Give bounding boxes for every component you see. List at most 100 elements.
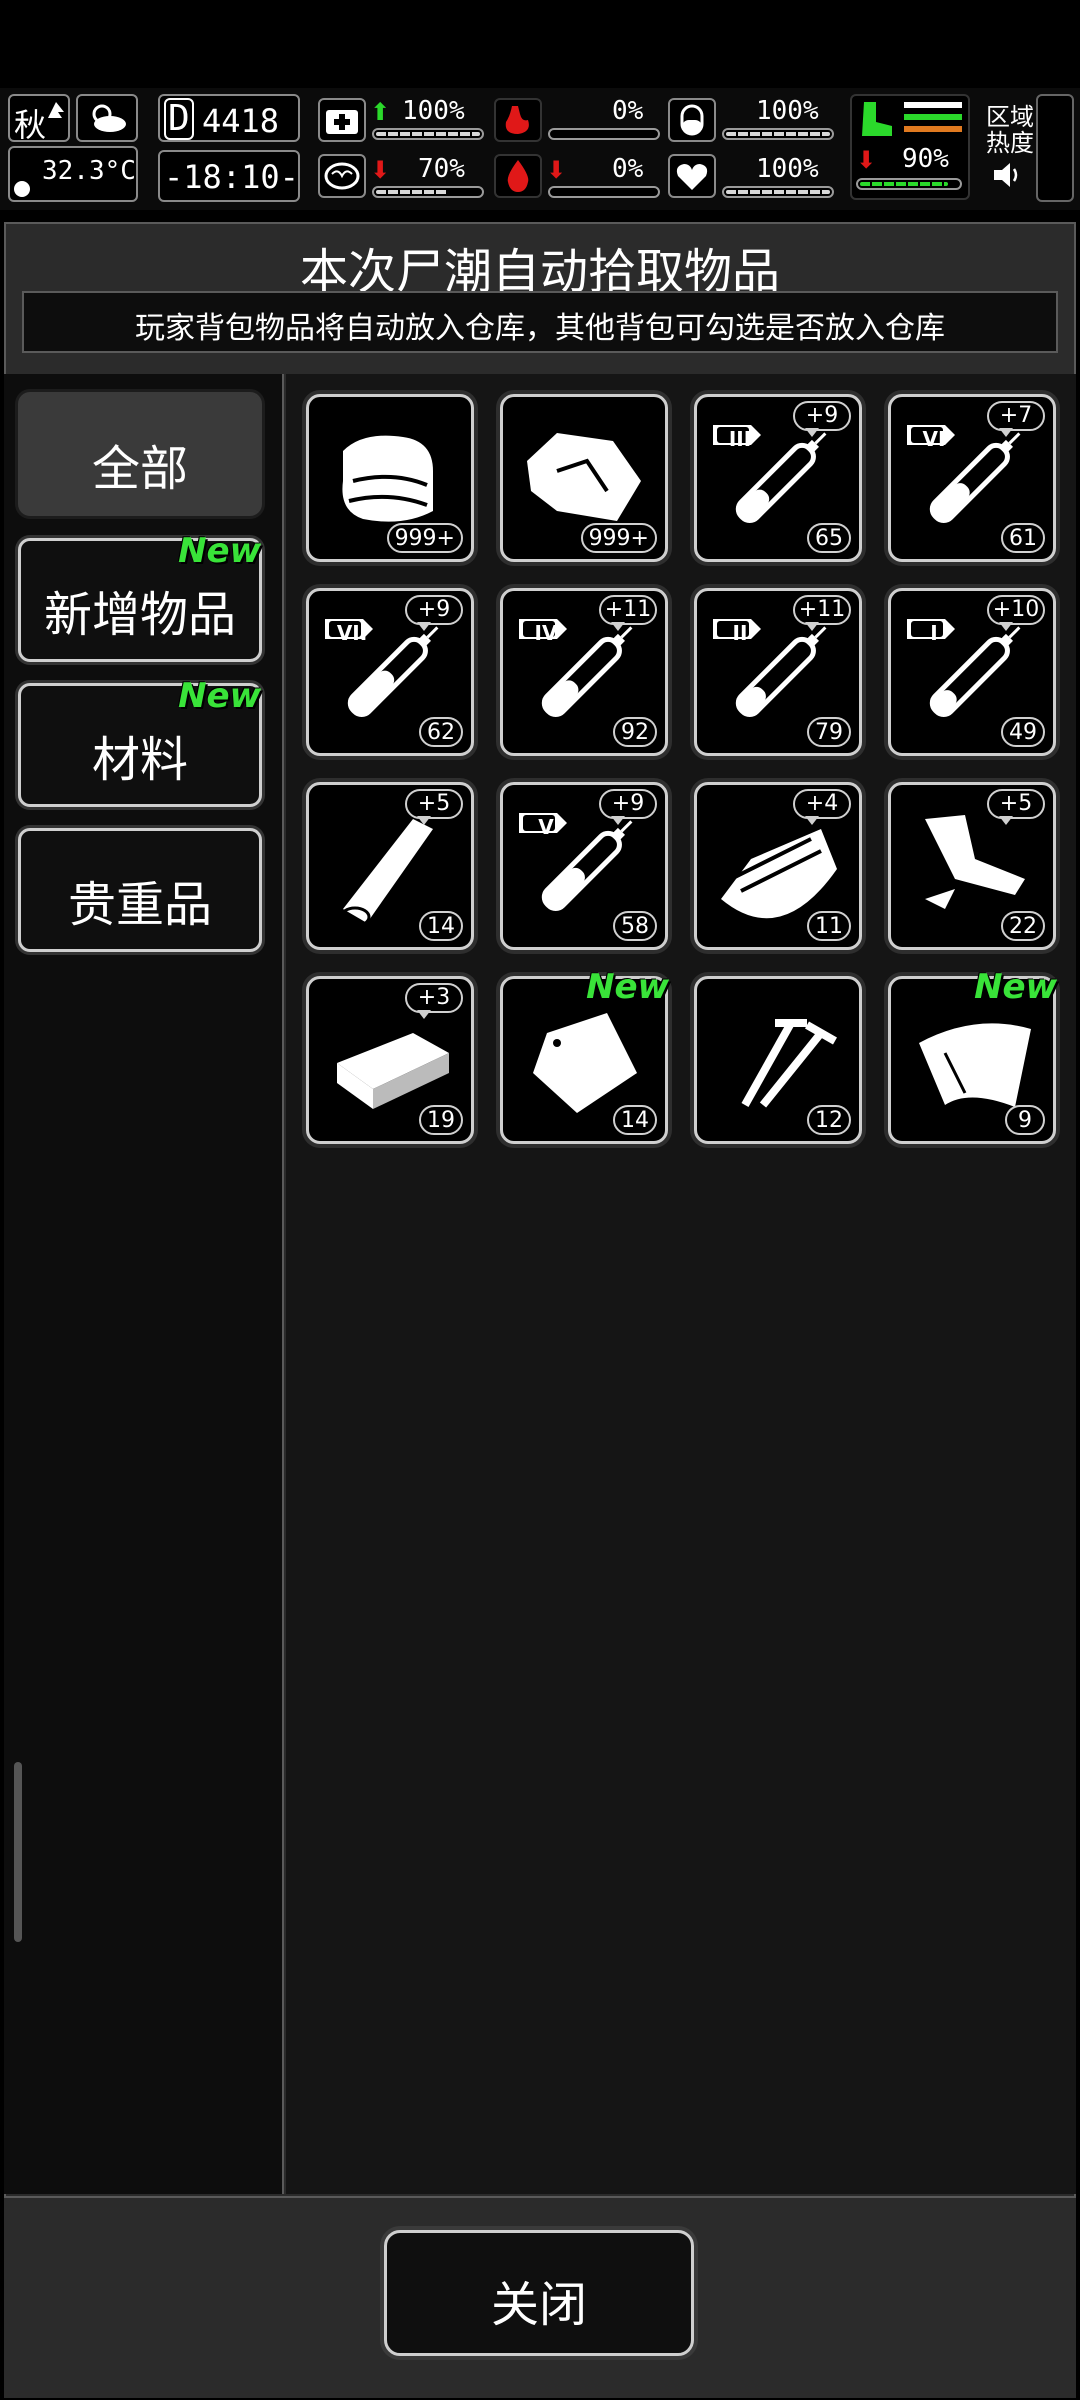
inventory-slot[interactable]: VI +7 61 [888, 394, 1056, 562]
inventory-slot[interactable]: +5 22 [888, 782, 1056, 950]
tier-label: III [728, 427, 752, 451]
upgrade-value: +3 [405, 983, 463, 1013]
speaker-icon[interactable] [990, 160, 1024, 190]
item-quantity: 999+ [580, 523, 657, 553]
tab-label: 材料 [91, 732, 188, 788]
bubble-tail [417, 1010, 431, 1019]
tab-label: 新增物品 [43, 587, 236, 643]
upgrade-value: +4 [793, 789, 851, 819]
thirst-bar [722, 128, 834, 140]
status-hud: 秋 32.3°C D 4418 -18:10- ⬆ 100% ⬇ 70% 0% … [0, 88, 1080, 210]
inventory-slot[interactable]: New 9 [888, 967, 1057, 1144]
stamina-bar [856, 178, 962, 190]
health-value: 100% [402, 96, 465, 126]
sidebar-scrollbar[interactable] [14, 1762, 22, 1942]
inventory-slot[interactable]: +3 19 [306, 976, 474, 1144]
upgrade-badge: +11 [793, 595, 853, 631]
new-badge: New [178, 531, 261, 571]
thirst-bar-fill [726, 132, 830, 136]
upgrade-badge: +9 [599, 789, 659, 825]
tier-label: V [538, 815, 554, 839]
bubble-tail [999, 428, 1013, 437]
new-badge: New [974, 967, 1057, 1007]
inventory-slot[interactable]: 999+ [500, 394, 668, 562]
inventory-slot[interactable]: IV +11 92 [500, 588, 668, 756]
tab-materials[interactable]: 材料 New [18, 676, 262, 807]
inventory-slot[interactable]: I +10 49 [888, 588, 1056, 756]
tab-new-items[interactable]: 新增物品 New [18, 531, 262, 662]
sanity-bar-fill [376, 190, 448, 194]
heart-bar-fill [726, 190, 830, 194]
tier-label: VII [336, 621, 368, 645]
bubble-tail [417, 622, 431, 631]
medkit-icon [318, 98, 366, 142]
upgrade-value: +9 [405, 595, 463, 625]
item-quantity: 11 [807, 911, 851, 941]
sanity-value: 70% [418, 154, 465, 184]
stomach-icon [494, 98, 542, 142]
item-quantity: 65 [807, 523, 851, 553]
day-counter: D 4418 [158, 94, 300, 142]
heart-value: 100% [756, 154, 819, 184]
bubble-tail [611, 622, 625, 631]
zone-heat-label-line1: 区域 [986, 103, 1034, 131]
bubble-tail [805, 622, 819, 631]
tab-valuables[interactable]: 贵重品 [18, 828, 262, 952]
subtitle-text: 玩家背包物品将自动放入仓库，其他背包可勾选是否放入仓库 [135, 311, 945, 346]
new-badge: New [178, 676, 261, 716]
inventory-slot[interactable]: New 14 [500, 967, 669, 1144]
inventory-slot[interactable]: VII +9 62 [306, 588, 474, 756]
upgrade-value: +5 [987, 789, 1045, 819]
inventory-slot[interactable]: +5 14 [306, 782, 474, 950]
stamina-panel: ⬇ 90% [850, 94, 970, 200]
inventory-slot[interactable]: 12 [694, 976, 862, 1144]
upgrade-badge: +9 [405, 595, 465, 631]
day-value: 4418 [202, 102, 280, 140]
inventory-slot[interactable]: III +9 65 [694, 394, 862, 562]
arrow-down-icon: ⬇ [856, 146, 877, 174]
close-button-label: 关闭 [490, 2277, 587, 2333]
brain-icon [318, 154, 366, 198]
close-button[interactable]: 关闭 [384, 2230, 694, 2356]
temperature-box: 32.3°C [8, 146, 138, 202]
inventory-slot[interactable]: +4 11 [694, 782, 862, 950]
item-quantity: 12 [807, 1105, 851, 1135]
upgrade-value: +7 [987, 401, 1045, 431]
tab-all[interactable]: 全部 [18, 392, 262, 516]
temperature-value: 32.3°C [42, 156, 136, 186]
inventory-slot[interactable]: II +11 79 [694, 588, 862, 756]
item-quantity: 19 [419, 1105, 463, 1135]
tab-label: 贵重品 [67, 877, 212, 933]
stamina-value: 90% [902, 144, 949, 174]
item-quantity: 22 [1001, 911, 1045, 941]
upgrade-badge: +4 [793, 789, 853, 825]
pill-icon [668, 98, 716, 142]
hunger-bar [548, 128, 660, 140]
item-quantity: 14 [419, 911, 463, 941]
tier-label: II [732, 621, 748, 645]
upgrade-value: +9 [599, 789, 657, 819]
season-label: 秋 [14, 106, 47, 144]
bubble-tail [805, 816, 819, 825]
thermometer-icon [14, 181, 30, 197]
arrow-down-icon: ⬇ [370, 156, 391, 184]
leaf-icon [48, 102, 64, 118]
tier-label: IV [534, 621, 558, 645]
item-quantity: 79 [807, 717, 851, 747]
upgrade-value: +9 [793, 401, 851, 431]
inventory-slot[interactable]: 999+ [306, 394, 474, 562]
tier-label: VI [922, 427, 946, 451]
inventory-slot[interactable]: V +9 58 [500, 782, 668, 950]
new-badge: New [586, 967, 669, 1007]
tier-label: I [930, 621, 938, 645]
health-bar-fill [376, 132, 480, 136]
item-quantity: 92 [613, 717, 657, 747]
season-box: 秋 [8, 94, 70, 144]
blood-drop-icon [494, 154, 542, 198]
bubble-tail [611, 816, 625, 825]
item-quantity: 62 [419, 717, 463, 747]
bubble-tail [999, 816, 1013, 825]
upgrade-value: +11 [793, 595, 851, 625]
bubble-tail [999, 622, 1013, 631]
upgrade-badge: +9 [793, 401, 853, 437]
